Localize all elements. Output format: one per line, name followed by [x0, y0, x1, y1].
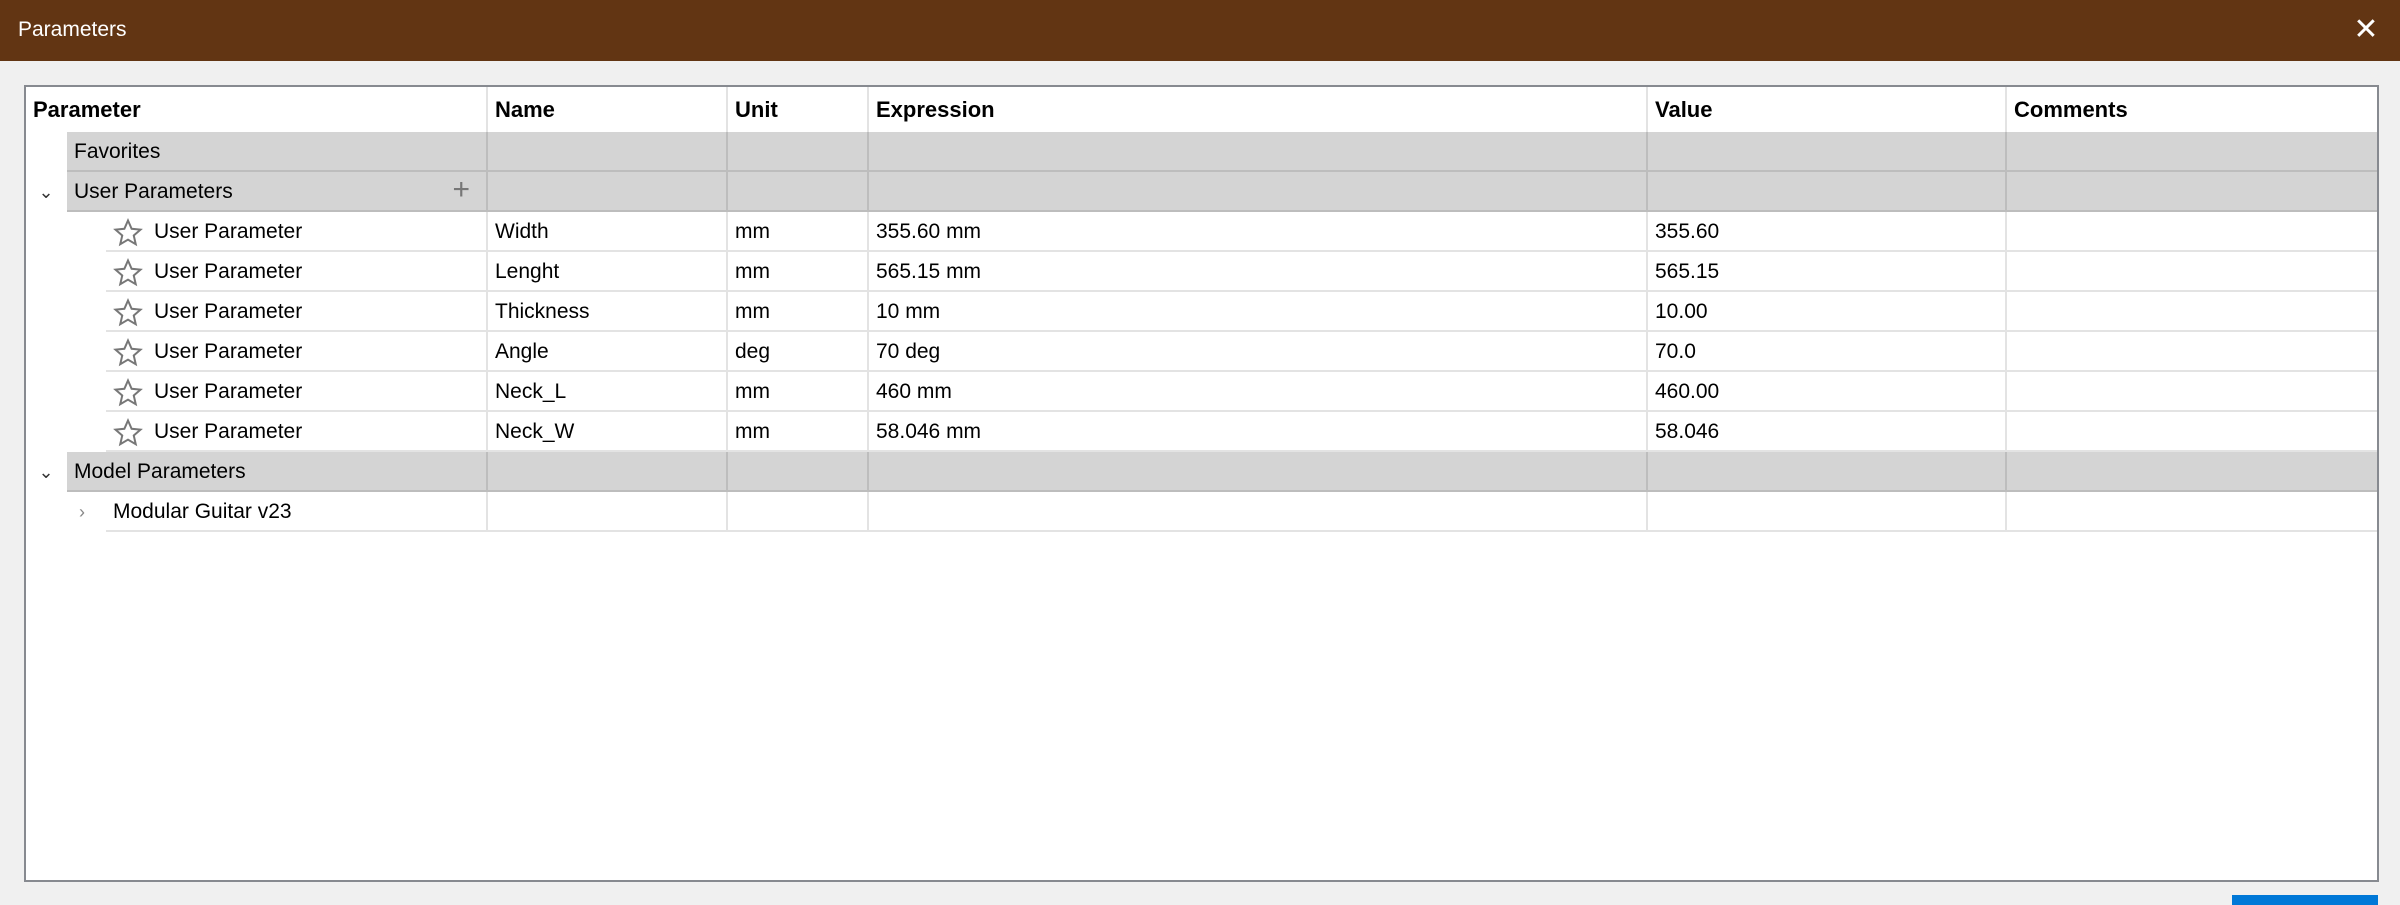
name-cell[interactable]: Lenght [488, 252, 728, 292]
comments-cell[interactable] [2007, 332, 2377, 372]
empty-cell [728, 452, 869, 492]
comments-cell[interactable] [2007, 252, 2377, 292]
ok-button[interactable] [2232, 895, 2378, 905]
col-value[interactable]: Value [1648, 87, 2007, 132]
parameters-table: Parameter Name Unit Expression Value Com… [24, 85, 2379, 882]
empty-cell [2007, 172, 2377, 212]
empty-cell [2007, 452, 2377, 492]
expression-cell[interactable]: 565.15 mm [869, 252, 1648, 292]
table-row[interactable]: User Parameter Neck_L mm 460 mm 460.00 [26, 372, 2377, 412]
model-item-row[interactable]: › Modular Guitar v23 [26, 492, 2377, 532]
unit-cell: mm [728, 372, 869, 412]
unit-cell: mm [728, 252, 869, 292]
name-cell[interactable]: Width [488, 212, 728, 252]
table-header: Parameter Name Unit Expression Value Com… [26, 87, 2377, 132]
empty-cell [869, 172, 1648, 212]
parameter-type: User Parameter [106, 372, 488, 412]
name-cell[interactable]: Neck_L [488, 372, 728, 412]
empty-cell [728, 172, 869, 212]
col-name[interactable]: Name [488, 87, 728, 132]
value-cell: 565.15 [1648, 252, 2007, 292]
value-cell: 355.60 [1648, 212, 2007, 252]
user-parameters-cell: User Parameters + [67, 172, 488, 212]
name-cell[interactable]: Thickness [488, 292, 728, 332]
expression-cell[interactable]: 10 mm [869, 292, 1648, 332]
comments-cell[interactable] [2007, 292, 2377, 332]
empty-cell [488, 172, 728, 212]
parameter-type: User Parameter [106, 252, 488, 292]
comments-cell[interactable] [2007, 372, 2377, 412]
empty-cell [728, 492, 869, 532]
empty-cell [869, 452, 1648, 492]
col-parameter[interactable]: Parameter [26, 87, 488, 132]
empty-cell [488, 132, 728, 172]
title-bar: Parameters ✕ [0, 0, 2400, 61]
table-row[interactable]: User Parameter Neck_W mm 58.046 mm 58.046 [26, 412, 2377, 452]
group-model-parameters[interactable]: ⌄ Model Parameters [26, 452, 2377, 492]
empty-cell [728, 132, 869, 172]
parameter-type: User Parameter [106, 212, 488, 252]
value-cell: 70.0 [1648, 332, 2007, 372]
empty-cell [488, 492, 728, 532]
col-comments[interactable]: Comments [2007, 87, 2377, 132]
unit-cell: mm [728, 292, 869, 332]
empty-cell [1648, 492, 2007, 532]
table-row[interactable]: User Parameter Angle deg 70 deg 70.0 [26, 332, 2377, 372]
expression-cell[interactable]: 70 deg [869, 332, 1648, 372]
close-icon[interactable]: ✕ [2346, 10, 2386, 50]
value-cell: 460.00 [1648, 372, 2007, 412]
parameter-type: User Parameter [106, 292, 488, 332]
empty-cell [1648, 172, 2007, 212]
table-row[interactable]: User Parameter Width mm 355.60 mm 355.60 [26, 212, 2377, 252]
expression-cell[interactable]: 460 mm [869, 372, 1648, 412]
empty-cell [2007, 132, 2377, 172]
name-cell[interactable]: Angle [488, 332, 728, 372]
unit-cell: mm [728, 412, 869, 452]
table-row[interactable]: User Parameter Thickness mm 10 mm 10.00 [26, 292, 2377, 332]
empty-cell [2007, 492, 2377, 532]
value-cell: 58.046 [1648, 412, 2007, 452]
table-row[interactable]: User Parameter Lenght mm 565.15 mm 565.15 [26, 252, 2377, 292]
group-user-parameters[interactable]: ⌄ User Parameters + [26, 172, 2377, 212]
chevron-down-icon[interactable]: ⌄ [34, 172, 58, 212]
expression-cell[interactable]: 58.046 mm [869, 412, 1648, 452]
user-parameters-label: User Parameters [74, 180, 233, 203]
parameter-type: User Parameter [106, 412, 488, 452]
unit-cell: mm [728, 212, 869, 252]
group-favorites[interactable]: Favorites [26, 132, 2377, 172]
empty-cell [869, 492, 1648, 532]
window-title: Parameters [18, 18, 127, 41]
chevron-down-icon[interactable]: ⌄ [34, 452, 58, 492]
empty-cell [1648, 452, 2007, 492]
col-expression[interactable]: Expression [869, 87, 1648, 132]
model-parameters-label: Model Parameters [67, 452, 488, 492]
add-parameter-icon[interactable]: + [452, 172, 470, 208]
expression-cell[interactable]: 355.60 mm [869, 212, 1648, 252]
unit-cell: deg [728, 332, 869, 372]
comments-cell[interactable] [2007, 412, 2377, 452]
col-unit[interactable]: Unit [728, 87, 869, 132]
empty-cell [488, 452, 728, 492]
name-cell[interactable]: Neck_W [488, 412, 728, 452]
comments-cell[interactable] [2007, 212, 2377, 252]
value-cell: 10.00 [1648, 292, 2007, 332]
empty-cell [869, 132, 1648, 172]
parameter-type: User Parameter [106, 332, 488, 372]
model-item-label: Modular Guitar v23 [106, 492, 488, 532]
chevron-right-icon[interactable]: › [70, 492, 94, 532]
favorites-label: Favorites [67, 132, 488, 172]
empty-cell [1648, 132, 2007, 172]
